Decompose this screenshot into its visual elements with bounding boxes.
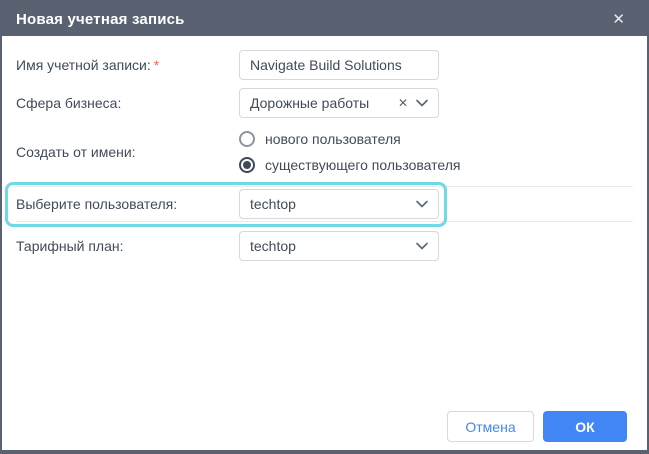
select-user-row: Выберите пользователя: techtop [16, 189, 633, 219]
tariff-plan-row: Тарифный план: techtop [16, 231, 633, 261]
radio-new-user[interactable]: нового пользователя [239, 126, 460, 152]
close-icon[interactable]: ✕ [606, 10, 631, 29]
dialog-header: Новая учетная запись ✕ [2, 2, 647, 36]
dialog-body: Имя учетной записи:* Сфера бизнеса: Доро… [2, 36, 647, 261]
radio-new-user-label: нового пользователя [265, 131, 401, 147]
ok-button[interactable]: ОК [543, 411, 627, 442]
tariff-plan-value: techtop [250, 238, 416, 254]
business-area-value: Дорожные работы [250, 95, 398, 111]
clear-icon[interactable]: ✕ [398, 96, 408, 110]
radio-icon [239, 131, 255, 147]
create-from-label: Создать от имени: [16, 144, 239, 160]
business-area-label: Сфера бизнеса: [16, 95, 239, 111]
new-account-dialog: Новая учетная запись ✕ Имя учетной запис… [0, 0, 649, 454]
create-from-row: Создать от имени: нового пользователя су… [16, 126, 633, 178]
select-user-dropdown[interactable]: techtop [239, 189, 439, 219]
chevron-down-icon[interactable] [416, 99, 428, 107]
tariff-plan-label: Тарифный план: [16, 238, 239, 254]
chevron-down-icon[interactable] [416, 242, 428, 250]
dialog-title: Новая учетная запись [16, 11, 606, 28]
select-user-value: techtop [250, 196, 416, 212]
create-from-radio-group: нового пользователя существующего пользо… [239, 126, 460, 178]
account-name-input[interactable] [239, 50, 439, 80]
chevron-down-icon[interactable] [416, 200, 428, 208]
account-name-row: Имя учетной записи:* [16, 50, 633, 80]
dialog-footer: Отмена ОК [447, 411, 627, 442]
radio-existing-user[interactable]: существующего пользователя [239, 152, 460, 178]
required-asterisk: * [154, 57, 159, 73]
select-user-section: Выберите пользователя: techtop [16, 186, 633, 222]
tariff-plan-dropdown[interactable]: techtop [239, 231, 439, 261]
account-name-label-text: Имя учетной записи: [16, 57, 151, 73]
select-user-label: Выберите пользователя: [16, 196, 239, 212]
radio-icon [239, 157, 255, 173]
business-area-combobox[interactable]: Дорожные работы ✕ [239, 88, 439, 118]
radio-existing-user-label: существующего пользователя [265, 157, 460, 173]
account-name-label: Имя учетной записи:* [16, 57, 239, 73]
cancel-button[interactable]: Отмена [447, 411, 534, 442]
business-area-row: Сфера бизнеса: Дорожные работы ✕ [16, 88, 633, 118]
